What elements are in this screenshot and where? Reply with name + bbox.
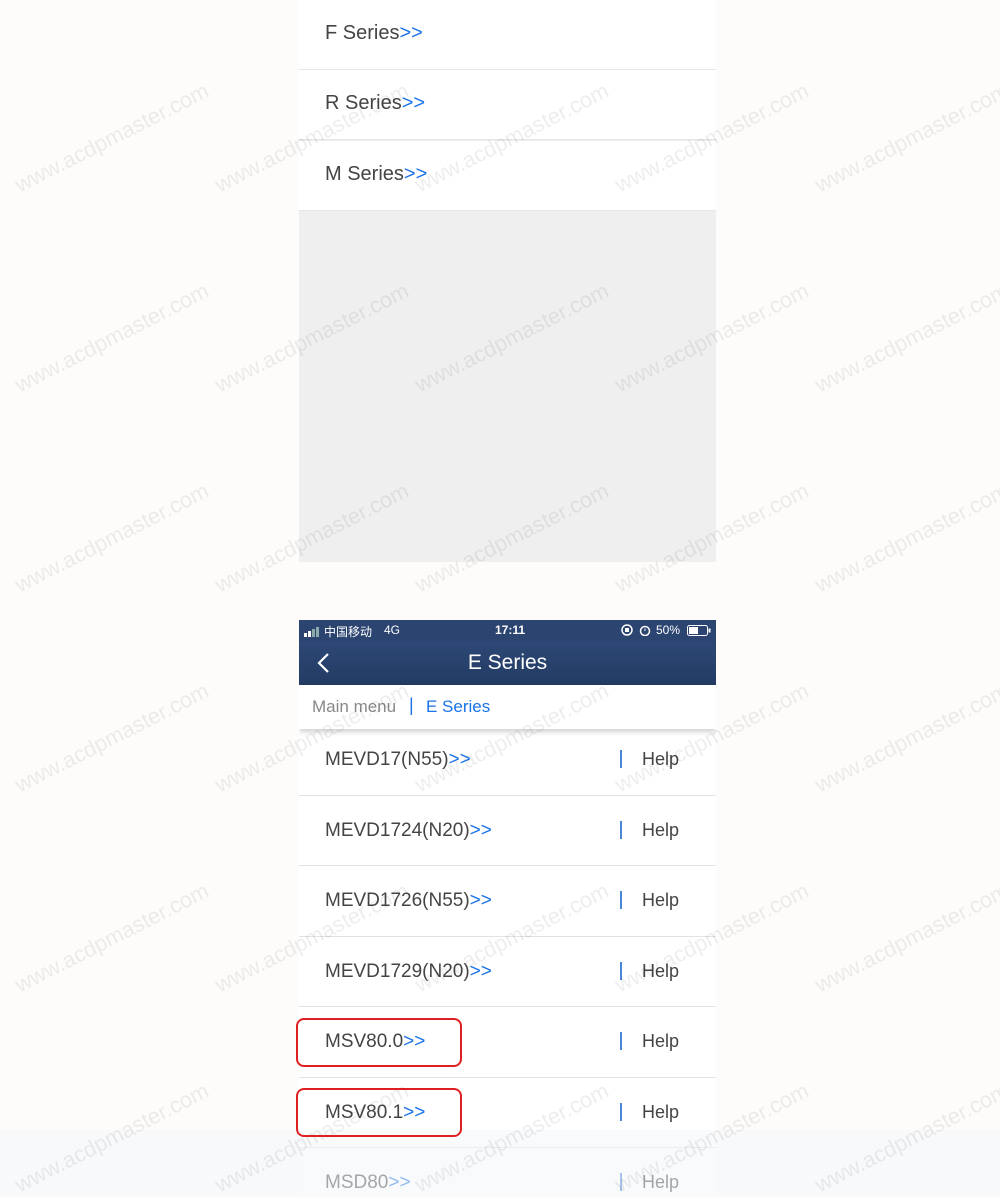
watermark-text: www.acdpmaster.com <box>810 77 1000 198</box>
divider <box>620 750 622 768</box>
battery-percent: 50% <box>656 623 681 637</box>
watermark-text: www.acdpmaster.com <box>10 277 213 398</box>
page-title: E Series <box>467 651 548 674</box>
list-item: MEVD1729(N20)>> Help <box>299 936 716 1007</box>
divider <box>620 820 622 839</box>
model-link[interactable]: MEVD17(N55)>> <box>325 749 471 771</box>
breadcrumb: Main menu | E Series <box>299 685 716 729</box>
divider <box>620 961 622 980</box>
model-link[interactable]: MSD80>> <box>325 1172 411 1194</box>
watermark-text: www.acdpmaster.com <box>810 1077 1000 1198</box>
watermark-text: www.acdpmaster.com <box>10 77 213 198</box>
help-link[interactable]: Help <box>642 749 679 770</box>
watermark-text: www.acdpmaster.com <box>810 277 1000 398</box>
model-link[interactable]: MEVD1729(N20)>> <box>325 961 492 983</box>
list-item: MEVD1726(N55)>> Help <box>299 866 716 937</box>
breadcrumb-separator: | <box>409 695 414 715</box>
highlight-box-msv80-1 <box>296 1088 462 1137</box>
list-item: MSD80>> Help <box>299 1148 716 1196</box>
divider <box>620 1032 622 1050</box>
help-link[interactable]: Help <box>642 961 679 982</box>
lock-rotation-icon <box>621 624 633 639</box>
watermark-text: www.acdpmaster.com <box>10 1077 213 1198</box>
divider <box>620 1102 622 1121</box>
divider <box>620 1173 622 1191</box>
list-item: MEVD1724(N20)>> Help <box>299 795 716 866</box>
help-link[interactable]: Help <box>642 890 679 911</box>
watermark-text: www.acdpmaster.com <box>810 677 1000 798</box>
network-label: 4G <box>384 623 401 637</box>
row-f-series[interactable]: F Series>> <box>299 0 716 70</box>
status-bar: 中国移动 4G 17:11 50% <box>299 620 716 642</box>
model-link[interactable]: MEVD1726(N55)>> <box>325 890 492 912</box>
alarm-icon <box>639 624 651 639</box>
watermark-text: www.acdpmaster.com <box>10 477 213 598</box>
nav-bar: E Series <box>299 642 716 685</box>
breadcrumb-current: E Series <box>426 697 491 716</box>
breadcrumb-main-menu[interactable]: Main menu <box>312 697 396 717</box>
help-link[interactable]: Help <box>642 1031 679 1052</box>
list-item: MEVD17(N55)>> Help <box>299 725 716 796</box>
model-link[interactable]: MEVD1724(N20)>> <box>325 820 492 842</box>
help-link[interactable]: Help <box>642 1102 679 1123</box>
signal-icon <box>304 626 320 640</box>
divider <box>620 891 622 909</box>
battery-icon <box>687 625 711 640</box>
row-m-series[interactable]: M Series>> <box>299 141 716 211</box>
watermark-text: www.acdpmaster.com <box>10 677 213 798</box>
watermark-text: www.acdpmaster.com <box>810 877 1000 998</box>
clock-label: 17:11 <box>495 623 526 637</box>
row-label: F Series>> <box>325 22 423 44</box>
help-link[interactable]: Help <box>642 820 679 841</box>
watermark-text: www.acdpmaster.com <box>10 877 213 998</box>
highlight-box-msv80-0 <box>296 1018 462 1067</box>
row-label: R Series>> <box>325 92 426 114</box>
carrier-label: 中国移动 <box>324 625 373 639</box>
help-link[interactable]: Help <box>642 1172 679 1193</box>
watermark-text: www.acdpmaster.com <box>810 477 1000 598</box>
row-r-series[interactable]: R Series>> <box>299 70 716 140</box>
row-label: M Series>> <box>325 163 428 185</box>
series-menu-screen: F Series>> R Series>> M Series>> <box>299 0 716 562</box>
